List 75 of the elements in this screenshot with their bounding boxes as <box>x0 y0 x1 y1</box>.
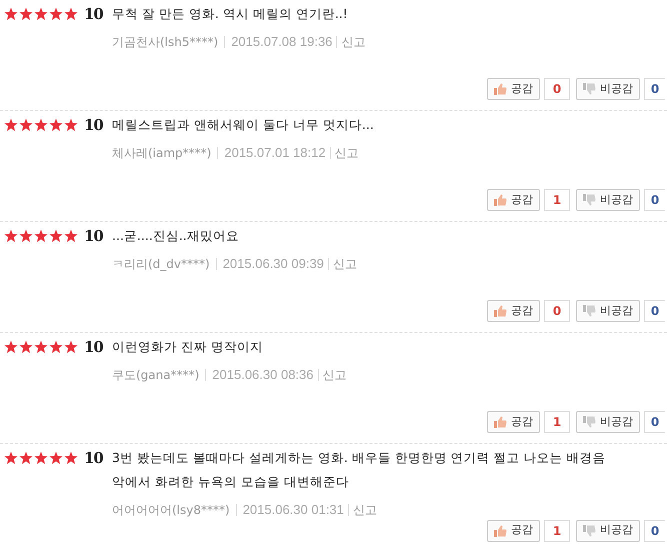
review-date: 2015.07.01 18:12 <box>224 144 326 162</box>
review-date: 2015.07.08 19:36 <box>231 33 332 51</box>
dislike-button[interactable]: 비공감 <box>576 411 640 433</box>
review-text: 이런영화가 진짜 명작이지 <box>112 338 264 356</box>
review-date: 2015.06.30 01:31 <box>242 501 344 519</box>
star-icon <box>34 118 48 132</box>
star-icon <box>34 340 48 354</box>
star-icon <box>4 340 18 354</box>
thumbs-down-icon <box>583 416 596 428</box>
dislike-count: 0 <box>644 520 665 542</box>
dislike-count: 0 <box>644 78 665 100</box>
like-button[interactable]: 공감 <box>487 520 540 542</box>
star-icon <box>49 7 63 21</box>
like-count: 0 <box>544 78 570 100</box>
star-icon <box>49 118 63 132</box>
star-icon <box>19 229 33 243</box>
rating-score: 10 <box>84 448 103 469</box>
star-icon <box>19 340 33 354</box>
dislike-count: 0 <box>644 300 665 322</box>
rating-score: 10 <box>84 336 103 358</box>
star-icon <box>49 451 63 465</box>
star-icon <box>4 118 18 132</box>
author-name: 기곰천사(lsh5****) <box>112 34 218 51</box>
star-icon <box>64 451 78 465</box>
author-name: 쿠도(gana****) <box>112 366 200 384</box>
like-button[interactable]: 공감 <box>487 300 540 322</box>
author-name: ㅋ리리(d_dv****) <box>112 256 210 273</box>
star-icon <box>64 340 78 354</box>
star-icon <box>64 7 78 21</box>
review-text: 3번 봤는데도 볼때마다 설레게하는 영화. 배우들 한명한명 연기력 쩔고 나오는 배경음악에서 화려한 뉴욕의 모습을 대변해준다 <box>112 449 607 491</box>
like-button[interactable]: 공감 <box>487 78 540 100</box>
review-text: ...굳....진심..재밌어요 <box>112 227 240 245</box>
star-icon <box>34 451 48 465</box>
review-text: 무척 잘 만든 영화. 역시 메릴의 연기란..! <box>112 5 349 23</box>
star-icon <box>19 451 33 465</box>
star-icon <box>49 340 63 354</box>
rating-score: 10 <box>84 226 103 247</box>
rating-score: 10 <box>84 114 103 136</box>
like-button[interactable]: 공감 <box>487 411 540 433</box>
author-name: 체사레(iamp****) <box>112 144 212 162</box>
star-icon <box>49 229 63 243</box>
like-count: 1 <box>544 411 570 433</box>
star-icon <box>64 118 78 132</box>
star-icon <box>4 229 18 243</box>
star-icon <box>34 7 48 21</box>
star-icon <box>34 229 48 243</box>
thumbs-up-icon <box>494 83 507 95</box>
like-count: 1 <box>544 189 570 211</box>
star-icon <box>4 7 18 21</box>
dislike-button[interactable]: 비공감 <box>576 520 640 542</box>
star-icon <box>19 7 33 21</box>
dislike-count: 0 <box>644 411 665 433</box>
review-text: 메릴스트립과 앤해서웨이 둘다 너무 멋지다... <box>112 116 375 134</box>
like-button[interactable]: 공감 <box>487 189 540 211</box>
star-icon <box>4 451 18 465</box>
review-date: 2015.06.30 09:39 <box>222 255 324 273</box>
like-count: 1 <box>544 520 570 542</box>
thumbs-up-icon <box>494 524 507 536</box>
rating-score: 10 <box>84 4 103 25</box>
thumbs-down-icon <box>583 305 596 317</box>
dislike-button[interactable]: 비공감 <box>576 189 640 211</box>
like-count: 0 <box>544 300 570 322</box>
thumbs-down-icon <box>583 194 596 206</box>
dislike-button[interactable]: 비공감 <box>576 300 640 322</box>
thumbs-up-icon <box>494 305 507 317</box>
thumbs-down-icon <box>583 83 596 95</box>
star-icon <box>64 229 78 243</box>
thumbs-down-icon <box>583 524 596 536</box>
author-name: 어어어어어(lsy8****) <box>112 502 230 519</box>
dislike-count: 0 <box>644 189 665 211</box>
review-date: 2015.06.30 08:36 <box>212 366 314 384</box>
dislike-button[interactable]: 비공감 <box>576 78 640 100</box>
thumbs-up-icon <box>494 194 507 206</box>
star-icon <box>19 118 33 132</box>
thumbs-up-icon <box>494 416 507 428</box>
